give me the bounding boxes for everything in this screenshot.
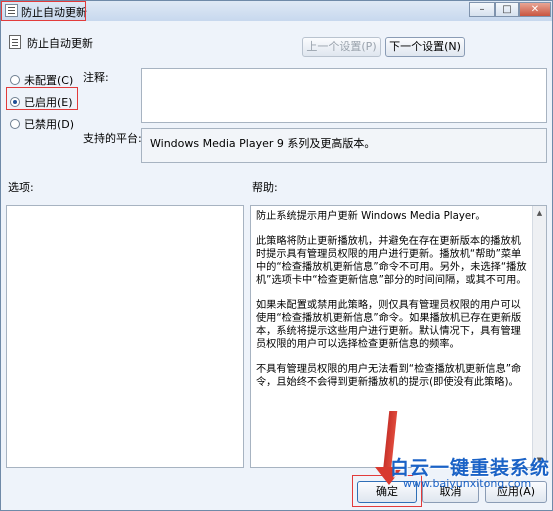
help-pane: 防止系统提示用户更新 Windows Media Player。 此策略将防止更… xyxy=(250,205,547,468)
watermark-brand: 白云一键重装系统 xyxy=(390,457,551,479)
help-paragraph-1: 防止系统提示用户更新 Windows Media Player。 xyxy=(256,211,486,222)
help-scrollbar[interactable]: ▲ ▼ xyxy=(532,206,546,467)
comment-label: 注释: xyxy=(83,71,109,84)
title-bar: 防止自动更新 – □ ✕ xyxy=(1,1,552,21)
maximize-button[interactable]: □ xyxy=(495,2,519,17)
policy-setting-icon xyxy=(9,35,21,49)
options-label: 选项: xyxy=(8,181,34,194)
radio-disabled-label: 已禁用(D) xyxy=(24,118,75,131)
help-paragraph-4: 不具有管理员权限的用户无法看到“检查播放机更新信息”命令，且始终不会得到更新播放… xyxy=(256,364,522,388)
options-pane xyxy=(6,205,244,468)
radio-disabled[interactable]: 已禁用(D) xyxy=(10,116,74,132)
radio-not-configured-label: 未配置(C) xyxy=(24,74,74,87)
next-setting-button[interactable]: 下一个设置(N) xyxy=(385,37,465,57)
radio-not-configured-indicator[interactable] xyxy=(10,75,20,85)
help-label: 帮助: xyxy=(252,181,278,194)
comment-textarea[interactable] xyxy=(141,68,547,123)
setting-name: 防止自动更新 xyxy=(27,37,93,50)
title-highlight-box xyxy=(1,1,86,21)
watermark-url: www.baiyunxitong.com xyxy=(403,477,532,490)
radio-not-configured[interactable]: 未配置(C) xyxy=(10,72,73,88)
previous-setting-button[interactable]: 上一个设置(P) xyxy=(302,37,381,57)
policy-dialog: 防止自动更新 – □ ✕ 防止自动更新 上一个设置(P) 下一个设置(N) 未配… xyxy=(0,0,553,511)
platform-box: Windows Media Player 9 系列及更高版本。 xyxy=(141,128,547,163)
close-button[interactable]: ✕ xyxy=(519,2,551,17)
radio-disabled-indicator[interactable] xyxy=(10,119,20,129)
help-paragraph-2: 此策略将防止更新播放机，并避免在存在更新版本的播放机时提示具有管理员权限的用户进… xyxy=(256,236,527,286)
platform-label: 支持的平台: xyxy=(83,132,142,145)
platform-value: Windows Media Player 9 系列及更高版本。 xyxy=(150,137,376,150)
help-paragraph-3: 如果未配置或禁用此策略，则仅具有管理员权限的用户可以使用“检查播放机更新信息”命… xyxy=(256,300,522,350)
enabled-highlight-box xyxy=(6,87,78,110)
scroll-up-arrow-icon[interactable]: ▲ xyxy=(534,207,545,219)
minimize-button[interactable]: – xyxy=(469,2,495,17)
